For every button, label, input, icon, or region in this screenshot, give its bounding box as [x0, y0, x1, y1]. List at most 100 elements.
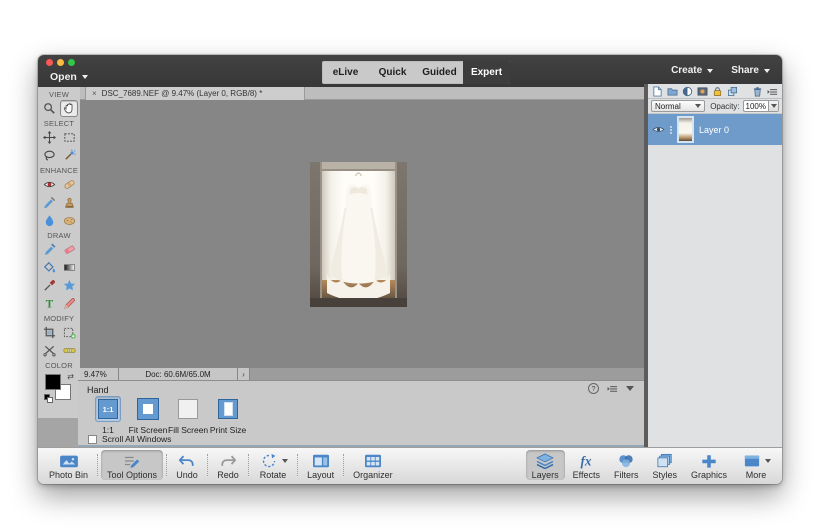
- collapse-panel-icon[interactable]: [626, 386, 634, 391]
- opacity-combo[interactable]: 100%: [742, 100, 779, 112]
- recompose-tool-icon: [63, 326, 76, 339]
- zoom-tool-button[interactable]: [40, 100, 58, 117]
- adjustment-layer-icon[interactable]: [682, 86, 693, 97]
- default-colors-icon[interactable]: [44, 394, 53, 403]
- help-icon[interactable]: ?: [588, 383, 599, 394]
- gradient-tool-button[interactable]: [60, 259, 78, 276]
- recompose-tool-button[interactable]: [60, 324, 78, 341]
- mode-tab-quick[interactable]: Quick: [369, 61, 416, 84]
- mode-tab-guided[interactable]: Guided: [416, 61, 463, 84]
- taskbar-item-label: Photo Bin: [49, 470, 89, 480]
- status-disclosure-button[interactable]: ›: [238, 368, 250, 380]
- organizer-icon: [362, 453, 384, 469]
- print-size-icon: [215, 396, 241, 422]
- create-button[interactable]: Create: [671, 65, 714, 76]
- zoom-level-field[interactable]: 9.47%: [80, 368, 119, 380]
- content-aware-move-tool-button[interactable]: [40, 342, 58, 359]
- sponge-tool-button[interactable]: [60, 212, 78, 229]
- layer-visibility-eye-icon[interactable]: [652, 125, 665, 134]
- opacity-dropdown-button[interactable]: [768, 101, 778, 111]
- taskbar-organizer-button[interactable]: Organizer: [347, 450, 399, 480]
- taskbar-rotate-button[interactable]: Rotate: [252, 450, 294, 480]
- taskbar-tool-options-button[interactable]: Tool Options: [101, 450, 164, 480]
- document-canvas[interactable]: [80, 100, 644, 368]
- taskbar-effects-button[interactable]: fx Effects: [567, 450, 606, 480]
- zoom-preset-buttons: 1:1 1:1 Fit Screen Fill Screen Print Size: [88, 396, 248, 435]
- checkbox[interactable]: [88, 434, 97, 444]
- taskbar-undo-button[interactable]: Undo: [170, 450, 204, 480]
- panel-menu-icon[interactable]: [767, 86, 778, 97]
- straighten-tool-button[interactable]: [60, 342, 78, 359]
- pencil-tool-button[interactable]: [60, 295, 78, 312]
- layers-icon: [534, 452, 556, 469]
- opacity-label: Opacity:: [710, 101, 740, 111]
- lock-icon[interactable]: [712, 86, 723, 97]
- layer-thumbnail[interactable]: [677, 116, 694, 143]
- taskbar: Photo Bin Tool Options Undo Redo Rotate Layou…: [38, 447, 782, 484]
- eyedropper-tool-button[interactable]: [40, 277, 58, 294]
- new-layer-icon[interactable]: [652, 85, 663, 97]
- zoom-preset-label: Fill Screen: [168, 425, 209, 435]
- close-tab-icon[interactable]: ×: [92, 89, 97, 98]
- minimize-window-button[interactable]: [57, 59, 64, 66]
- layer-row[interactable]: Layer 0: [648, 114, 782, 145]
- mode-tabs: eLive Quick Guided Expert: [322, 61, 510, 84]
- delete-layer-icon[interactable]: [752, 86, 763, 97]
- one-to-one-button[interactable]: 1:1 1:1: [88, 396, 128, 435]
- taskbar-item-label: More: [745, 470, 767, 480]
- taskbar-layout-button[interactable]: Layout: [301, 450, 340, 480]
- status-bar: 9.47% Doc: 60.6M/65.0M ›: [80, 368, 644, 380]
- quick-selection-tool-button[interactable]: [60, 147, 78, 164]
- print-size-button[interactable]: Print Size: [208, 396, 248, 435]
- blur-tool-button[interactable]: [40, 212, 58, 229]
- open-button[interactable]: Open: [50, 69, 88, 85]
- taskbar-styles-button[interactable]: Styles: [646, 450, 683, 480]
- open-label: Open: [50, 71, 77, 83]
- zoom-window-button[interactable]: [68, 59, 75, 66]
- chevron-down-icon: [707, 68, 714, 73]
- clone-stamp-tool-button[interactable]: [60, 194, 78, 211]
- taskbar-layers-button[interactable]: Layers: [525, 450, 565, 480]
- mode-tab-expert[interactable]: Expert: [463, 61, 510, 84]
- lasso-tool-button[interactable]: [40, 147, 58, 164]
- link-layers-icon[interactable]: [727, 86, 738, 97]
- crop-tool-icon: [43, 326, 56, 339]
- zoom-tool-icon: [43, 102, 56, 115]
- lasso-tool-icon: [43, 149, 56, 162]
- fill-screen-button[interactable]: Fill Screen: [168, 396, 208, 435]
- hand-tool-button[interactable]: [60, 100, 78, 117]
- smart-brush-tool-button[interactable]: [40, 194, 58, 211]
- blend-mode-select[interactable]: Normal: [651, 100, 706, 112]
- swap-colors-icon[interactable]: ⇄: [67, 373, 74, 381]
- foreground-color-well[interactable]: [45, 374, 61, 390]
- toolbox-section-label: MODIFY: [43, 314, 75, 323]
- photo-bin-icon: [58, 453, 80, 469]
- shape-tool-button[interactable]: [60, 277, 78, 294]
- mode-tab-elive[interactable]: eLive: [322, 61, 369, 84]
- eraser-tool-button[interactable]: [60, 241, 78, 258]
- fit-screen-button[interactable]: Fit Screen: [128, 396, 168, 435]
- taskbar-more-button[interactable]: More: [735, 450, 777, 480]
- type-tool-button[interactable]: T: [40, 295, 58, 312]
- red-eye-tool-button[interactable]: [40, 176, 58, 193]
- move-tool-button[interactable]: [40, 129, 58, 146]
- taskbar-graphics-button[interactable]: Graphics: [685, 450, 733, 480]
- paint-bucket-tool-button[interactable]: [40, 259, 58, 276]
- scroll-all-windows-option[interactable]: Scroll All Windows: [88, 434, 171, 444]
- marquee-tool-button[interactable]: [60, 129, 78, 146]
- svg-text:fx: fx: [581, 453, 592, 468]
- new-group-icon[interactable]: [667, 86, 678, 97]
- document-tab[interactable]: × DSC_7689.NEF @ 9.47% (Layer 0, RGB/8) …: [85, 87, 305, 100]
- close-window-button[interactable]: [46, 59, 53, 66]
- layer-mask-icon[interactable]: [697, 86, 708, 97]
- crop-tool-button[interactable]: [40, 324, 58, 341]
- taskbar-redo-button[interactable]: Redo: [211, 450, 245, 480]
- taskbar-item-label: Graphics: [690, 470, 727, 480]
- share-button[interactable]: Share: [731, 65, 770, 76]
- toolbox-section-label: COLOR: [45, 361, 73, 370]
- brush-tool-button[interactable]: [40, 241, 58, 258]
- panel-menu-icon[interactable]: [607, 383, 618, 394]
- taskbar-filters-button[interactable]: Filters: [608, 450, 645, 480]
- spot-healing-tool-button[interactable]: [60, 176, 78, 193]
- taskbar-photo-bin-button[interactable]: Photo Bin: [43, 450, 94, 480]
